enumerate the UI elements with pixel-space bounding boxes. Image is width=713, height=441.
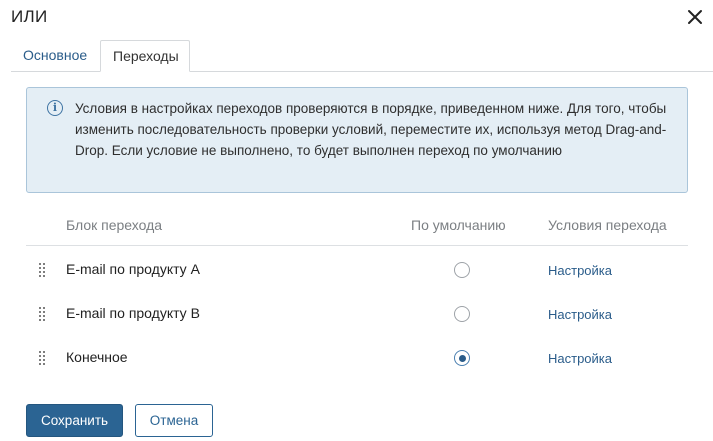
default-radio[interactable] — [454, 262, 470, 278]
drag-handle-icon[interactable] — [39, 307, 48, 323]
save-button[interactable]: Сохранить — [26, 404, 123, 437]
info-banner: i Условия в настройках переходов проверя… — [26, 87, 688, 193]
row-name: Конечное — [66, 349, 128, 365]
table-row: Конечное Настройка — [26, 336, 688, 380]
header-default: По умолчанию — [411, 217, 506, 233]
dialog-title: ИЛИ — [11, 7, 48, 26]
info-icon: i — [47, 100, 63, 116]
table-header: Блок перехода По умолчанию Условия перех… — [26, 206, 688, 246]
settings-link[interactable]: Настройка — [548, 307, 612, 322]
table-row: E-mail по продукту B Настройка — [26, 292, 688, 336]
default-radio[interactable] — [454, 306, 470, 322]
table-row: E-mail по продукту A Настройка — [26, 248, 688, 292]
settings-link[interactable]: Настройка — [548, 263, 612, 278]
cancel-button[interactable]: Отмена — [135, 404, 213, 437]
default-radio[interactable] — [454, 350, 470, 366]
row-name: E-mail по продукту B — [66, 305, 200, 321]
header-conditions: Условия перехода — [548, 217, 667, 233]
header-block: Блок перехода — [66, 217, 163, 233]
close-icon[interactable] — [685, 7, 705, 27]
tab-transitions[interactable]: Переходы — [100, 40, 190, 72]
settings-link[interactable]: Настройка — [548, 351, 612, 366]
row-name: E-mail по продукту A — [66, 261, 200, 277]
info-text: Условия в настройках переходов проверяют… — [75, 101, 667, 158]
drag-handle-icon[interactable] — [39, 263, 48, 279]
tab-main[interactable]: Основное — [11, 40, 99, 72]
drag-handle-icon[interactable] — [39, 351, 48, 367]
